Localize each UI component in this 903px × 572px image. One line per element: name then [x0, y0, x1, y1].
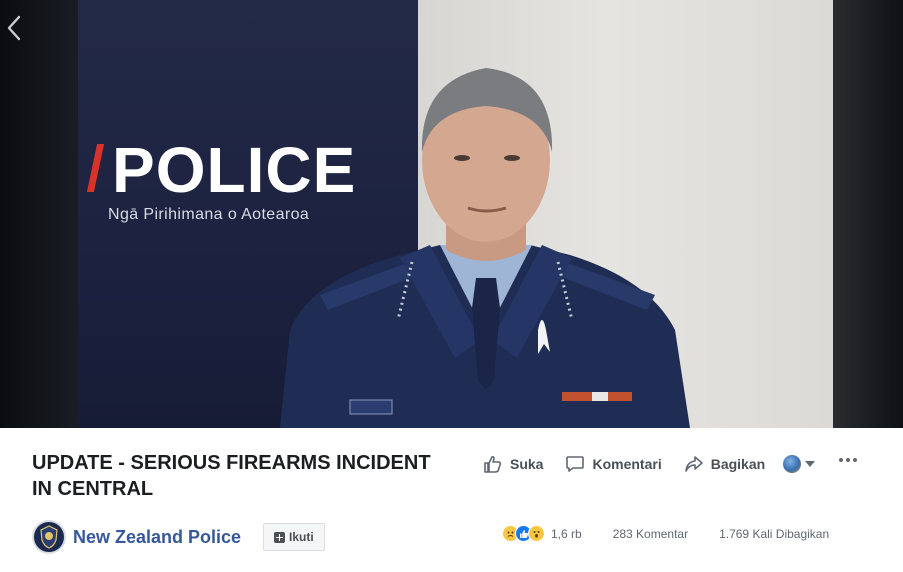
- comment-count[interactable]: 283 Komentar: [613, 527, 688, 541]
- plus-icon: [274, 531, 285, 543]
- chevron-down-icon: [805, 461, 816, 467]
- reaction-count[interactable]: 1,6 rb: [551, 527, 582, 541]
- video-left-edge: [0, 0, 78, 428]
- follow-button[interactable]: Ikuti: [263, 523, 325, 551]
- follow-label: Ikuti: [289, 530, 314, 544]
- audience-selector[interactable]: [783, 455, 816, 473]
- engagement-stats: 1,6 rb 283 Komentar 1.769 Kali Dibagikan: [502, 525, 829, 542]
- like-button[interactable]: Suka: [483, 454, 543, 474]
- post-title: UPDATE - SERIOUS FIREARMS INCIDENT IN CE…: [32, 452, 431, 500]
- video-right-edge: [833, 0, 903, 428]
- comment-button[interactable]: Komentari: [565, 454, 662, 474]
- wow-reaction-icon: [528, 525, 545, 542]
- globe-icon: [783, 455, 802, 473]
- share-button[interactable]: Bagikan: [684, 454, 765, 474]
- post-info-bar: UPDATE - SERIOUS FIREARMS INCIDENT IN CE…: [0, 428, 903, 572]
- page-name-link[interactable]: New Zealand Police: [73, 527, 241, 548]
- chevron-left-icon[interactable]: [6, 14, 22, 42]
- page-attribution: New Zealand Police: [32, 520, 241, 554]
- speech-bubble-icon: [566, 456, 585, 472]
- reaction-icons[interactable]: [502, 525, 545, 542]
- post-actions: Suka Komentari Bagikan: [483, 452, 816, 476]
- police-crest-icon: [40, 525, 58, 549]
- thumbs-up-icon: [484, 455, 502, 473]
- share-label: Bagikan: [710, 456, 766, 472]
- more-dots-icon[interactable]: [839, 458, 860, 462]
- officer-figure: [280, 68, 690, 428]
- share-arrow-icon: [684, 456, 703, 472]
- share-count[interactable]: 1.769 Kali Dibagikan: [719, 527, 829, 541]
- page-avatar[interactable]: [32, 520, 66, 554]
- comment-label: Komentari: [592, 456, 662, 472]
- video-player[interactable]: POLICE Ngā Pirihimana o Aotearoa: [0, 0, 903, 428]
- like-label: Suka: [510, 456, 544, 472]
